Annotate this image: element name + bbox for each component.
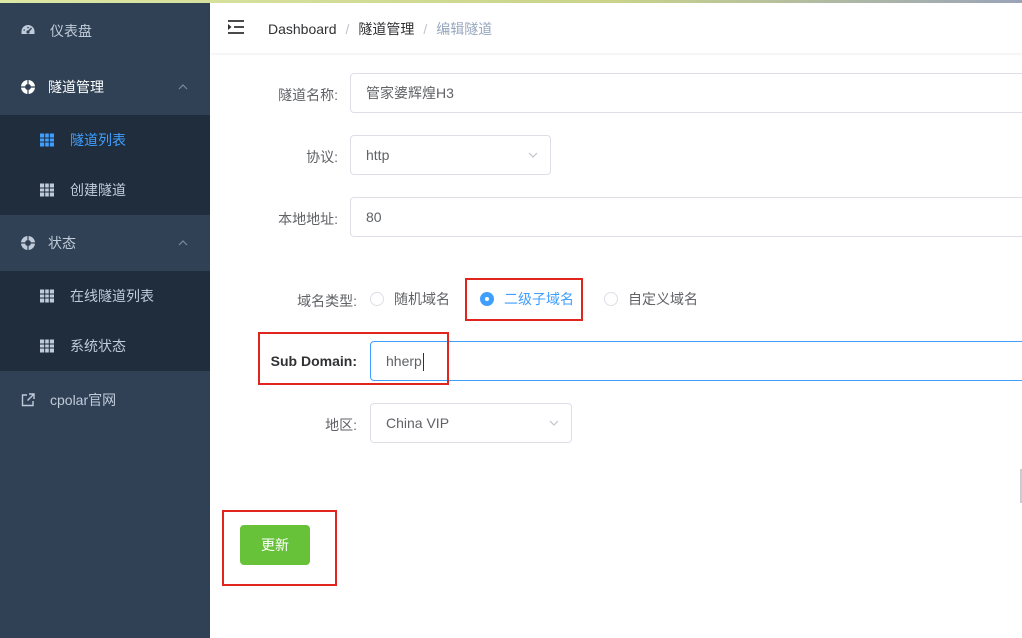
sidebar-item-label: 在线隧道列表 [70,288,154,304]
sidebar-item-label: 仪表盘 [50,23,92,39]
sidebar-item-label: 系统状态 [70,338,126,354]
radio-random-domain[interactable]: 随机域名 [370,287,450,311]
navbar: Dashboard / 隧道管理 / 编辑隧道 [210,3,1022,53]
submenu-status: 在线隧道列表 系统状态 [0,271,210,371]
chevron-up-icon [178,240,188,246]
radio-indicator [604,292,618,306]
radio-indicator [370,292,384,306]
protocol-label: 协议: [306,149,338,165]
sidebar-item-tunnel-management[interactable]: 隧道管理 [0,59,210,115]
sidebar-item-label: cpolar官网 [50,392,117,408]
protocol-select-value: http [366,147,390,163]
highlight-box-sub-domain [258,332,449,385]
sidebar-item-create-tunnel[interactable]: 创建隧道 [0,165,210,215]
highlight-box-subdomain-option [465,278,583,321]
sidebar-item-tunnel-list[interactable]: 隧道列表 [0,115,210,165]
sidebar-item-label: 状态 [48,235,76,251]
highlight-box-update-button [222,510,337,586]
breadcrumb-item-dashboard[interactable]: Dashboard [268,21,337,37]
breadcrumb-separator: / [345,21,350,37]
lifebuoy-icon [21,80,35,94]
top-accent-line [0,0,1022,3]
breadcrumb-item-edit-tunnel: 编辑隧道 [436,21,493,37]
submenu-tunnel-management: 隧道列表 创建隧道 [0,115,210,215]
grid-icon [40,183,54,197]
chevron-up-icon [178,84,188,90]
local-address-input[interactable]: 80 [350,197,1022,237]
grid-icon [40,289,54,303]
tunnel-name-input[interactable]: 管家婆辉煌H3 [350,73,1022,113]
chevron-down-icon [528,152,538,158]
sidebar: 仪表盘 隧道管理 隧道列表 创建隧道 状态 在线隧道列表 系统状态 cpolar… [0,0,210,638]
grid-icon [40,133,54,147]
sidebar-item-cpolar-site[interactable]: cpolar官网 [0,372,210,428]
breadcrumb: Dashboard / 隧道管理 / 编辑隧道 [268,19,492,39]
breadcrumb-item-tunnel-management[interactable]: 隧道管理 [358,19,414,39]
sidebar-item-system-status[interactable]: 系统状态 [0,321,210,371]
sidebar-item-online-tunnels[interactable]: 在线隧道列表 [0,271,210,321]
domain-type-label: 域名类型: [297,293,357,309]
breadcrumb-separator: / [423,21,428,37]
lifebuoy-icon [21,236,35,250]
protocol-select[interactable]: http [350,135,551,175]
chevron-down-icon [549,420,559,426]
tunnel-name-label: 隧道名称: [278,87,338,103]
sidebar-item-label: 隧道管理 [48,79,104,95]
sidebar-item-label: 创建隧道 [70,182,126,198]
grid-icon [40,339,54,353]
radio-label: 自定义域名 [628,291,698,307]
external-link-icon [21,393,35,407]
region-label: 地区: [325,417,357,433]
region-select[interactable]: China VIP [370,403,572,443]
menu-fold-icon[interactable] [227,19,245,35]
local-address-label: 本地地址: [278,211,338,227]
radio-custom-domain[interactable]: 自定义域名 [604,287,698,311]
sidebar-item-status[interactable]: 状态 [0,215,210,271]
sub-domain-input[interactable]: hherp [370,341,1022,381]
sidebar-item-label: 隧道列表 [70,132,126,148]
region-select-value: China VIP [386,415,450,431]
radio-label: 随机域名 [394,291,450,307]
sidebar-item-dashboard[interactable]: 仪表盘 [0,3,210,59]
dashboard-icon [21,25,35,34]
